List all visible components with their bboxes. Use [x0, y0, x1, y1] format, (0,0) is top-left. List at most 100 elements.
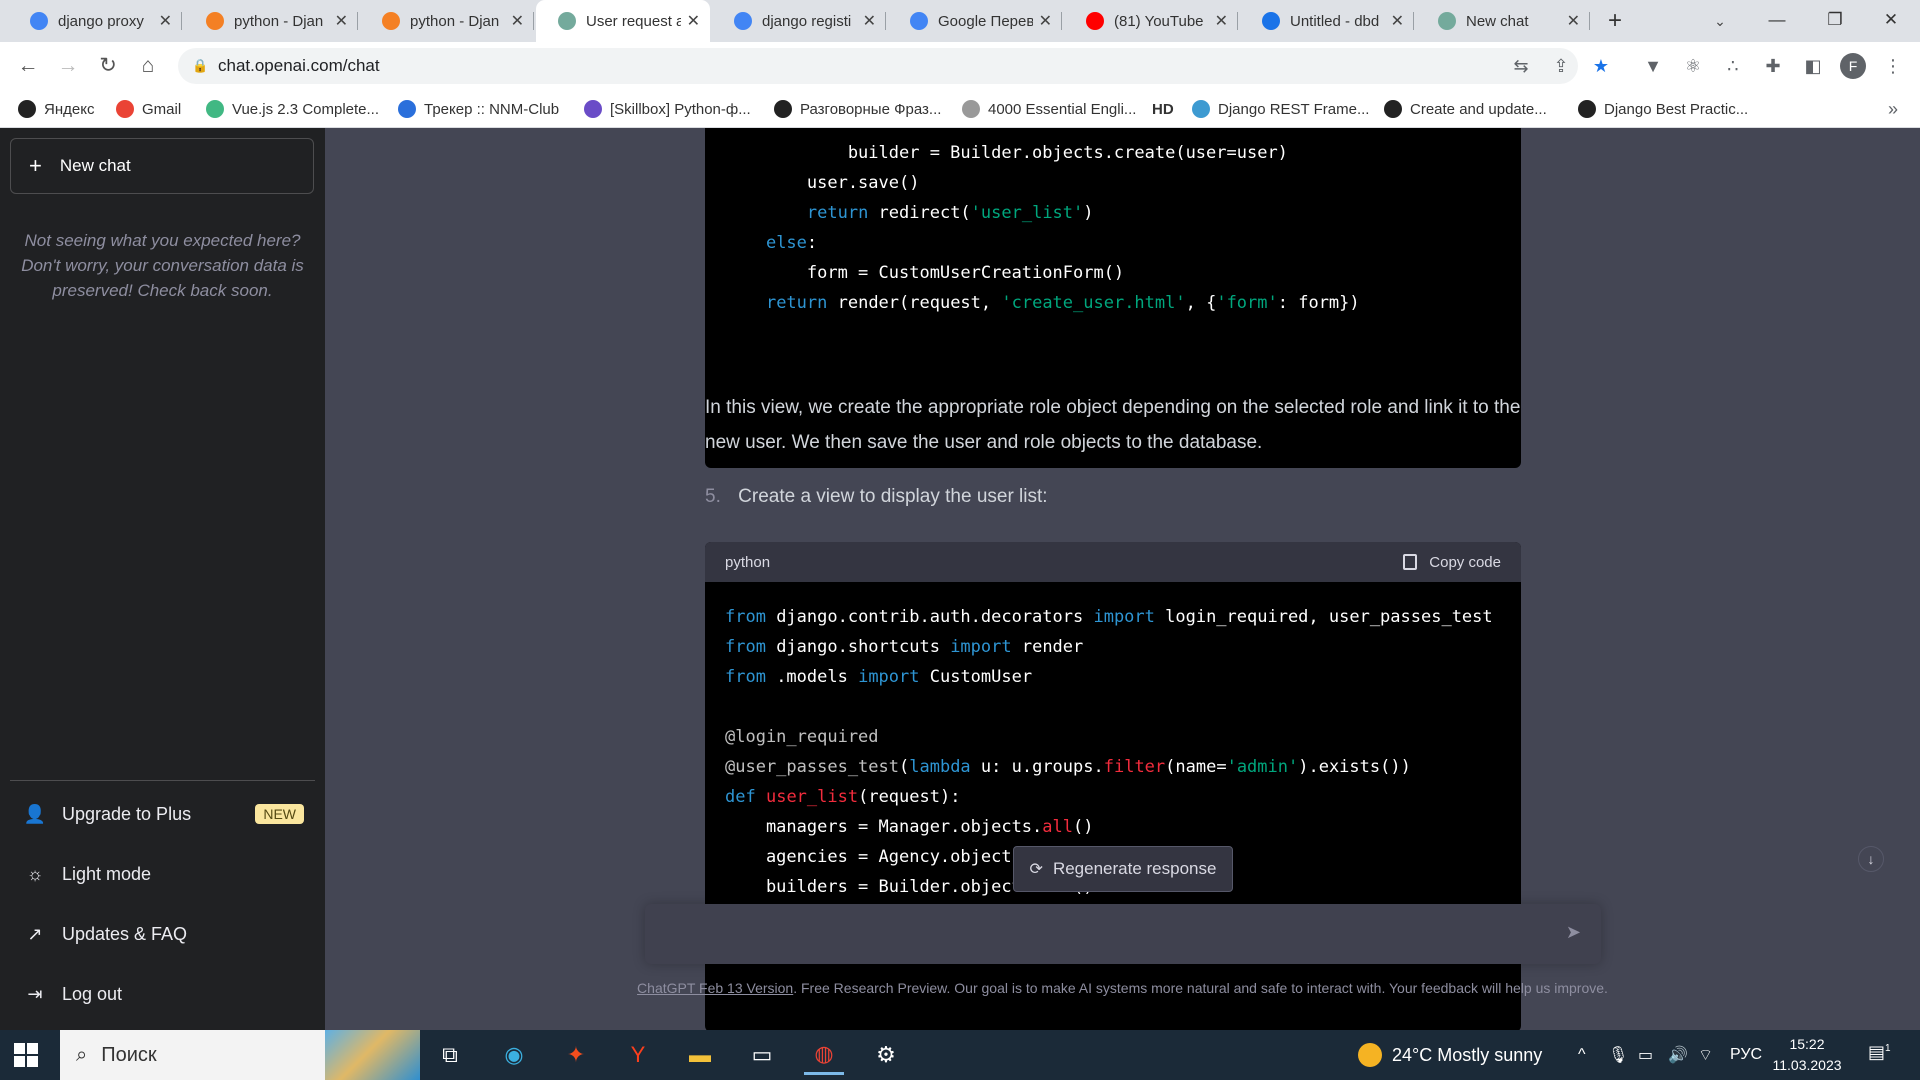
openai-icon: [1438, 12, 1456, 30]
sidebar-item-light-mode[interactable]: ☼ Light mode: [24, 854, 304, 894]
sidebar-item-upgrade[interactable]: 👤 Upgrade to Plus NEW: [24, 794, 304, 834]
browser-menu-icon[interactable]: ⋮: [1880, 53, 1906, 79]
side-panel-icon[interactable]: ◧: [1800, 53, 1826, 79]
extension-dots-icon[interactable]: ∴: [1720, 53, 1746, 79]
close-tab-icon[interactable]: ✕: [863, 11, 876, 31]
bookmark-item[interactable]: Разговорные Фраз...: [774, 90, 941, 128]
sidebar: + New chat Not seeing what you expected …: [0, 128, 325, 1030]
close-tab-icon[interactable]: ✕: [335, 11, 348, 31]
forward-icon[interactable]: →: [52, 50, 84, 82]
close-tab-icon[interactable]: ✕: [1039, 11, 1052, 31]
browser-tab[interactable]: django proxy ✕: [8, 0, 182, 42]
back-icon[interactable]: ←: [12, 50, 44, 82]
close-tab-icon[interactable]: ✕: [159, 11, 172, 31]
browser-tab[interactable]: Google Перев ✕: [888, 0, 1062, 42]
extensions-puzzle-icon[interactable]: ✚: [1760, 53, 1786, 79]
browser-tab[interactable]: User request a ✕: [536, 0, 710, 42]
sidebar-item-log-out[interactable]: ⇥ Log out: [24, 974, 304, 1014]
bookmark-item[interactable]: Django REST Frame...: [1192, 90, 1369, 128]
code-line: from .models import CustomUser: [725, 667, 1033, 687]
close-window-button[interactable]: ✕: [1862, 0, 1920, 42]
bookmark-item[interactable]: Create and update...: [1384, 90, 1547, 128]
browser-tab[interactable]: Untitled - dbd ✕: [1240, 0, 1414, 42]
figma-icon[interactable]: ✦: [556, 1035, 596, 1075]
taskbar-search[interactable]: ⌕ Поиск: [60, 1030, 420, 1080]
close-tab-icon[interactable]: ✕: [687, 11, 700, 31]
task-view-icon[interactable]: ⧉: [430, 1035, 470, 1075]
browser-tab[interactable]: python - Djan ✕: [184, 0, 358, 42]
terminal-icon[interactable]: ▭: [742, 1035, 782, 1075]
clock-time: 15:22: [1789, 1036, 1825, 1052]
copy-code-button[interactable]: Copy code: [1403, 554, 1501, 571]
more-bookmarks-icon[interactable]: »: [1880, 96, 1906, 122]
tab-title: User request a: [586, 12, 681, 30]
bookmark-item[interactable]: [Skillbox] Python-ф...: [584, 90, 751, 128]
edge-icon[interactable]: ◉: [494, 1035, 534, 1075]
browser-tab[interactable]: (81) YouTube ✕: [1064, 0, 1238, 42]
home-icon[interactable]: ⌂: [132, 50, 164, 82]
send-icon[interactable]: ➤: [1566, 922, 1581, 943]
sidebar-item-updates-faq[interactable]: ↗ Updates & FAQ: [24, 914, 304, 954]
reload-icon[interactable]: ↻: [92, 50, 124, 82]
close-tab-icon[interactable]: ✕: [1391, 11, 1404, 31]
browser-tab[interactable]: python - Djan ✕: [360, 0, 534, 42]
message-input[interactable]: ➤: [645, 904, 1601, 964]
browser-tab[interactable]: django registi ✕: [712, 0, 886, 42]
logout-icon: ⇥: [27, 983, 43, 1004]
bookmark-item[interactable]: Gmail: [116, 90, 181, 128]
bookmark-item[interactable]: Django Best Practic...: [1578, 90, 1748, 128]
version-link[interactable]: ChatGPT Feb 13 Version: [637, 980, 793, 996]
bookmark-item[interactable]: Яндекс: [18, 90, 94, 128]
bookmark-favicon-icon: [1192, 100, 1210, 118]
bookmark-label: Яндекс: [44, 100, 95, 118]
browser-tab[interactable]: New chat ✕: [1416, 0, 1590, 42]
bookmark-item[interactable]: HD: [1152, 90, 1174, 128]
close-tab-icon[interactable]: ✕: [1567, 11, 1580, 31]
weather-widget[interactable]: 24°C Mostly sunny: [1358, 1030, 1542, 1080]
bookmark-item[interactable]: Vue.js 2.3 Complete...: [206, 90, 379, 128]
new-chat-button[interactable]: + New chat: [10, 138, 314, 194]
yandex-browser-icon[interactable]: Y: [618, 1035, 658, 1075]
notifications-icon[interactable]: ▤1: [1868, 1042, 1892, 1066]
browser-tab-strip: django proxy ✕ python - Djan ✕ python - Djan…: [0, 0, 1920, 42]
bookmark-item[interactable]: Трекер :: NNM-Club: [398, 90, 559, 128]
clipboard-icon: [1403, 554, 1418, 570]
sidebar-item-label: Upgrade to Plus: [62, 803, 192, 824]
chrome-icon[interactable]: ◍: [804, 1035, 844, 1075]
close-tab-icon[interactable]: ✕: [511, 11, 524, 31]
tab-search-chevron-icon[interactable]: ⌄: [1708, 6, 1732, 36]
extension-v-icon[interactable]: ▼: [1640, 53, 1666, 79]
file-explorer-icon[interactable]: ▬: [680, 1035, 720, 1075]
profile-avatar[interactable]: F: [1840, 53, 1866, 79]
sidebar-item-label: Log out: [62, 983, 123, 1004]
battery-icon[interactable]: ▭: [1638, 1030, 1653, 1080]
extension-react-icon[interactable]: ⚛: [1680, 53, 1706, 79]
translate-icon[interactable]: ⇆: [1508, 53, 1534, 79]
bookmark-item[interactable]: 4000 Essential Engli...: [962, 90, 1136, 128]
close-tab-icon[interactable]: ✕: [1215, 11, 1228, 31]
new-tab-button[interactable]: +: [1600, 6, 1630, 36]
system-clock[interactable]: 15:22 11.03.2023: [1772, 1034, 1842, 1076]
language-indicator[interactable]: РУС: [1730, 1030, 1762, 1080]
step-number: 5.: [705, 486, 721, 507]
new-chat-label: New chat: [59, 156, 131, 175]
minimize-button[interactable]: —: [1748, 0, 1806, 42]
regenerate-response-button[interactable]: ⟳ Regenerate response: [1013, 846, 1233, 892]
address-bar[interactable]: 🔒 chat.openai.com/chat: [178, 48, 1578, 84]
assistant-paragraph: In this view, we create the appropriate …: [705, 397, 1521, 453]
wifi-icon[interactable]: ⌔: [1698, 1030, 1713, 1080]
microphone-icon[interactable]: 🎙: [1608, 1030, 1628, 1080]
scroll-down-icon[interactable]: ↓: [1858, 846, 1884, 872]
share-icon[interactable]: ⇪: [1548, 53, 1574, 79]
stackoverflow-icon: [206, 12, 224, 30]
step-item: 5. Create a view to display the user lis…: [705, 486, 1048, 508]
lock-icon[interactable]: 🔒: [192, 48, 208, 84]
restore-button[interactable]: ❐: [1806, 0, 1864, 42]
google-icon: [734, 12, 752, 30]
windows-start-icon[interactable]: [14, 1043, 38, 1067]
tray-chevron-icon[interactable]: ^: [1578, 1030, 1586, 1080]
bookmark-label: 4000 Essential Engli...: [988, 100, 1137, 118]
settings-gear-icon[interactable]: ⚙: [866, 1035, 906, 1075]
volume-icon[interactable]: 🔊: [1668, 1030, 1688, 1080]
bookmark-star-icon[interactable]: ★: [1588, 53, 1614, 79]
